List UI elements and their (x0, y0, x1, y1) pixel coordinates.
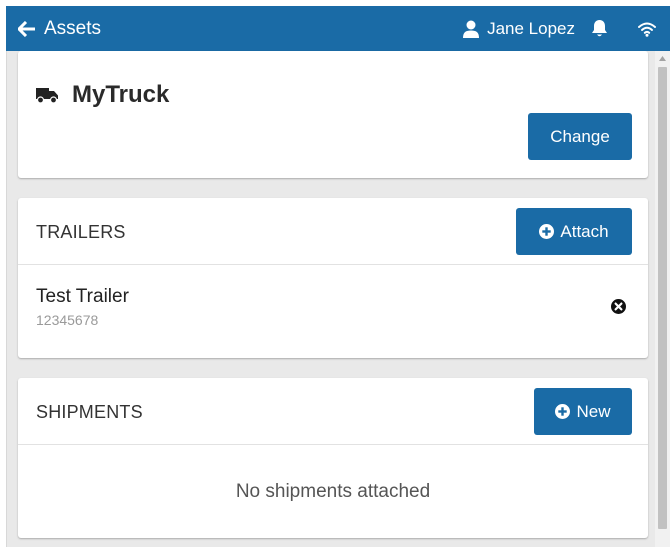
shipments-card: SHIPMENTS New No shipments attached (18, 378, 648, 538)
close-circle-icon (611, 299, 626, 314)
new-shipment-button[interactable]: New (534, 388, 632, 435)
top-app-bar: Assets Jane Lopez (6, 6, 670, 51)
truck-heading: MyTruck (36, 81, 169, 109)
bell-icon (592, 20, 607, 37)
connection-status[interactable] (638, 21, 656, 37)
plus-circle-icon (555, 404, 571, 419)
wifi-icon (638, 22, 656, 37)
trailer-name: Test Trailer (36, 286, 129, 307)
triangle-up-icon (659, 55, 666, 61)
empty-shipments-message: No shipments attached (235, 481, 431, 502)
trailers-card: TRAILERS Attach Test Trailer 12345678 (18, 198, 648, 358)
trailers-header: TRAILERS Attach (18, 198, 648, 265)
trailers-title: TRAILERS (36, 222, 126, 242)
plus-circle-icon (539, 224, 555, 239)
user-icon (463, 20, 480, 38)
trailer-number: 12345678 (36, 312, 99, 328)
back-to-assets[interactable]: Assets (18, 18, 101, 40)
attach-button-label: Attach (560, 221, 609, 241)
truck-card: MyTruck Change (18, 51, 648, 178)
truck-name: MyTruck (72, 81, 170, 108)
user-menu[interactable]: Jane Lopez (463, 19, 575, 39)
scrollbar-thumb[interactable] (658, 67, 667, 529)
change-truck-button[interactable]: Change (528, 113, 632, 160)
remove-trailer-button[interactable] (611, 299, 626, 314)
back-label: Assets (44, 17, 102, 39)
arrow-left-icon (18, 20, 35, 37)
change-button-label: Change (550, 126, 610, 146)
main-content: MyTruck Change TRAILERS Attach Test Trai… (18, 51, 648, 547)
notifications-button[interactable] (591, 19, 608, 38)
shipments-header: SHIPMENTS New (18, 378, 648, 445)
scroll-up-arrow[interactable] (655, 51, 670, 65)
vertical-scrollbar[interactable] (655, 51, 670, 547)
shipments-title: SHIPMENTS (36, 402, 143, 422)
truck-icon (36, 88, 58, 104)
user-name: Jane Lopez (487, 18, 575, 38)
attach-trailer-button[interactable]: Attach (516, 208, 632, 255)
new-button-label: New (576, 401, 611, 421)
